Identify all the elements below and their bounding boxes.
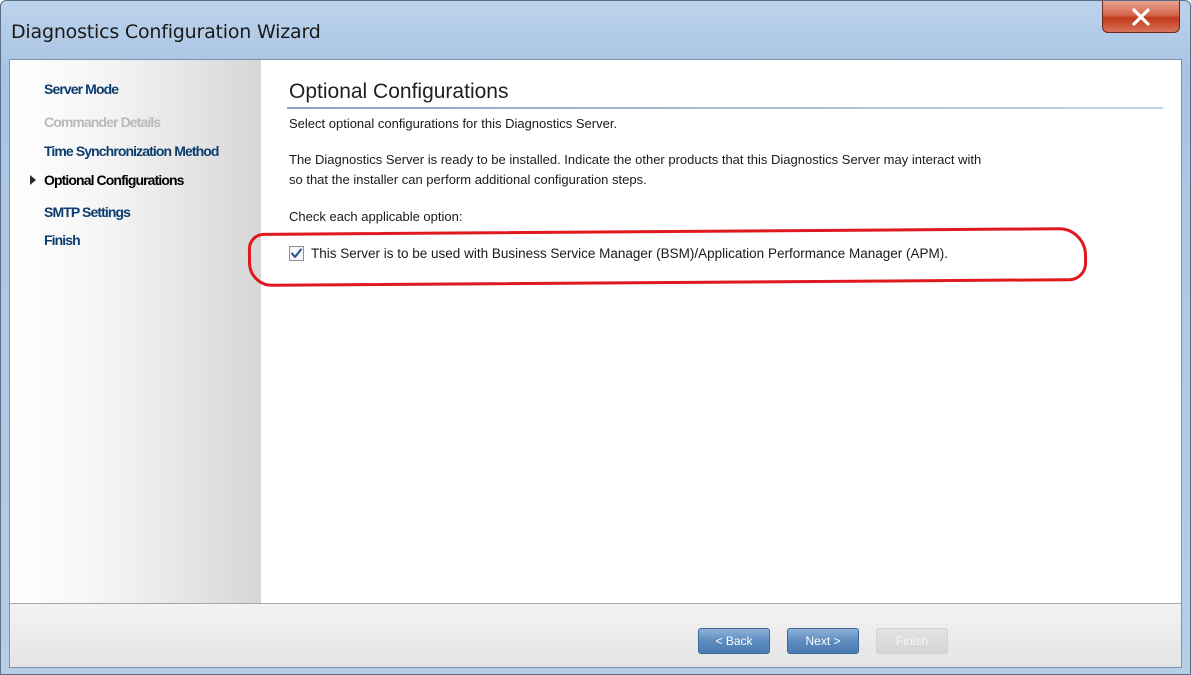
nav-step-finish[interactable]: Finish xyxy=(44,232,81,248)
triangle-right-icon xyxy=(30,175,36,185)
step-content: Optional Configurations Select optional … xyxy=(247,60,1181,603)
bsm-checkbox-label[interactable]: This Server is to be used with Business … xyxy=(311,246,948,261)
description-line-2: so that the installer can perform additi… xyxy=(289,172,647,187)
window-title: Diagnostics Configuration Wizard xyxy=(11,21,321,43)
nav-step-server-mode[interactable]: Server Mode xyxy=(44,81,119,97)
instruction-text: Check each applicable option: xyxy=(289,209,463,224)
page-title: Optional Configurations xyxy=(289,80,509,103)
wizard-steps-sidebar: Server Mode Commander Details Time Synch… xyxy=(10,60,261,603)
close-button[interactable] xyxy=(1102,1,1180,33)
nav-step-optional-configurations[interactable]: Optional Configurations xyxy=(44,172,184,188)
next-button[interactable]: Next > xyxy=(787,628,859,654)
wizard-footer: < Back Next > Finish xyxy=(10,603,1181,667)
back-button[interactable]: < Back xyxy=(698,628,770,654)
nav-step-time-synchronization[interactable]: Time Synchronization Method xyxy=(44,143,219,159)
checkmark-icon xyxy=(291,248,302,258)
page-subtitle: Select optional configurations for this … xyxy=(289,116,618,131)
wizard-window: Diagnostics Configuration Wizard Server … xyxy=(0,0,1191,675)
close-icon xyxy=(1132,7,1150,26)
wizard-client-area: Server Mode Commander Details Time Synch… xyxy=(9,59,1182,668)
nav-step-smtp-settings[interactable]: SMTP Settings xyxy=(44,204,131,220)
title-divider xyxy=(287,107,1163,109)
finish-button: Finish xyxy=(876,628,948,654)
nav-step-commander-details: Commander Details xyxy=(44,114,161,130)
bsm-option[interactable]: This Server is to be used with Business … xyxy=(289,246,948,261)
bsm-checkbox[interactable] xyxy=(289,246,304,261)
title-bar[interactable]: Diagnostics Configuration Wizard xyxy=(1,1,1190,59)
description-line-1: The Diagnostics Server is ready to be in… xyxy=(289,152,982,167)
